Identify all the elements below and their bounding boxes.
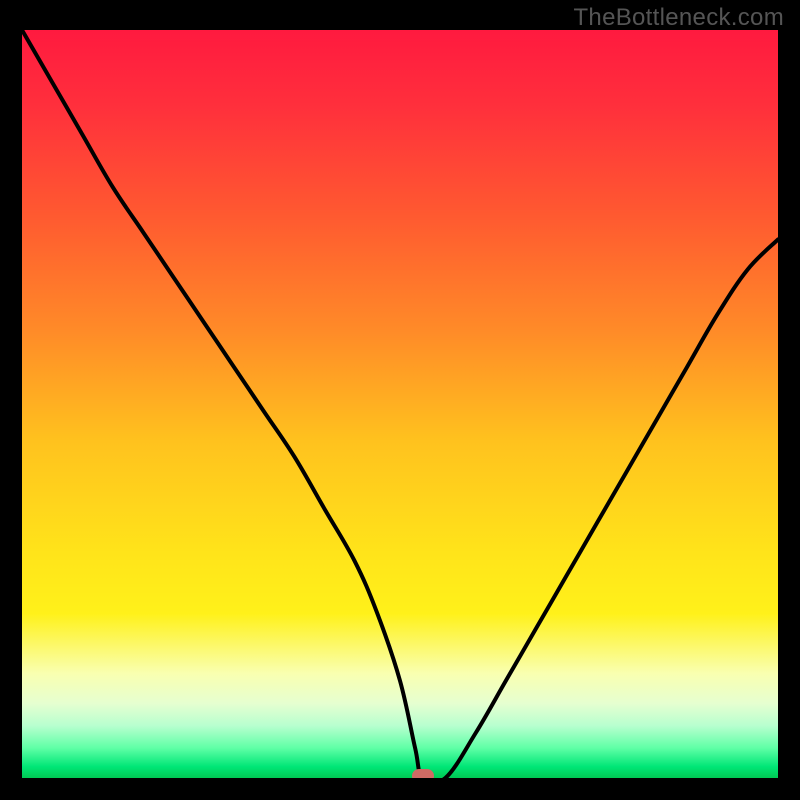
- chart-svg: [22, 30, 778, 778]
- optimum-marker: [412, 769, 434, 778]
- plot-area: [22, 30, 778, 778]
- watermark-text: TheBottleneck.com: [573, 4, 784, 32]
- chart-frame: TheBottleneck.com: [0, 0, 800, 800]
